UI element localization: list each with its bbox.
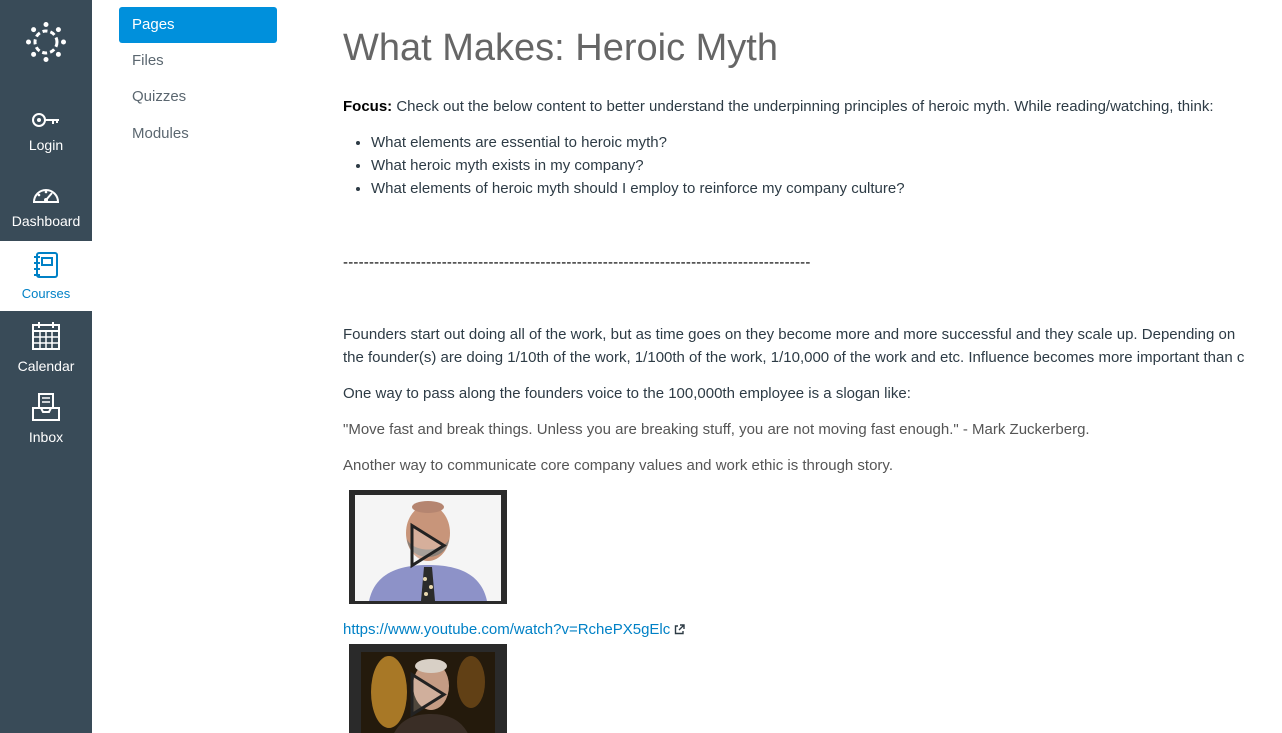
- global-nav-label: Dashboard: [11, 213, 81, 229]
- body-paragraph: the founder(s) are doing 1/10th of the w…: [343, 349, 1245, 366]
- list-item: What heroic myth exists in my company?: [371, 154, 905, 177]
- body-paragraph: Founders start out doing all of the work…: [343, 326, 1236, 343]
- video-thumbnail[interactable]: [349, 644, 507, 733]
- course-nav-modules[interactable]: Modules: [119, 115, 277, 152]
- youtube-link-text: https://www.youtube.com/watch?v=RchePX5g…: [343, 621, 671, 638]
- global-nav-label: Login: [28, 137, 64, 153]
- global-nav-label: Calendar: [17, 358, 75, 374]
- list-item: What elements are essential to heroic my…: [371, 131, 905, 154]
- global-nav-courses[interactable]: Courses: [0, 241, 92, 311]
- global-nav-label: Courses: [21, 286, 71, 301]
- course-nav-pages[interactable]: Pages: [119, 7, 277, 43]
- dashboard-icon: [0, 182, 92, 209]
- video-frame: [361, 652, 495, 733]
- course-nav-quizzes[interactable]: Quizzes: [119, 79, 277, 115]
- page-content: What Makes: Heroic Myth Focus: Check out…: [343, 0, 1282, 733]
- global-nav-calendar[interactable]: Calendar: [0, 321, 92, 381]
- external-link-icon: [674, 619, 685, 642]
- calendar-icon: [0, 321, 92, 354]
- course-nav: Pages Files Quizzes Modules: [119, 7, 277, 152]
- course-nav-files[interactable]: Files: [119, 43, 277, 79]
- global-nav-dashboard[interactable]: Dashboard: [0, 182, 92, 242]
- dashed-divider: ----------------------------------------…: [343, 254, 811, 271]
- play-icon: [409, 671, 447, 722]
- global-nav: Login Dashboard Courses Calendar Inbox: [0, 0, 92, 733]
- body-paragraph: One way to pass along the founders voice…: [343, 385, 911, 402]
- focus-text: Check out the below content to better un…: [392, 98, 1214, 115]
- question-list: What elements are essential to heroic my…: [343, 131, 905, 200]
- focus-label: Focus:: [343, 98, 393, 115]
- video-frame: [355, 495, 501, 601]
- inbox-icon: [0, 392, 92, 425]
- global-nav-label: Inbox: [28, 429, 64, 445]
- global-nav-inbox[interactable]: Inbox: [0, 392, 92, 452]
- key-icon: [0, 110, 92, 133]
- play-icon: [409, 522, 447, 574]
- courses-icon: [0, 251, 92, 282]
- global-nav-login[interactable]: Login: [0, 110, 92, 170]
- youtube-link[interactable]: https://www.youtube.com/watch?v=RchePX5g…: [343, 618, 685, 642]
- list-item: What elements of heroic myth should I em…: [371, 177, 905, 200]
- page-title: What Makes: Heroic Myth: [343, 27, 778, 69]
- video-thumbnail[interactable]: [349, 490, 507, 604]
- focus-paragraph: Focus: Check out the below content to be…: [343, 95, 1214, 118]
- body-paragraph: Another way to communicate core company …: [343, 457, 893, 474]
- quote-paragraph: "Move fast and break things. Unless you …: [343, 421, 1090, 438]
- canvas-logo-icon[interactable]: [26, 22, 66, 62]
